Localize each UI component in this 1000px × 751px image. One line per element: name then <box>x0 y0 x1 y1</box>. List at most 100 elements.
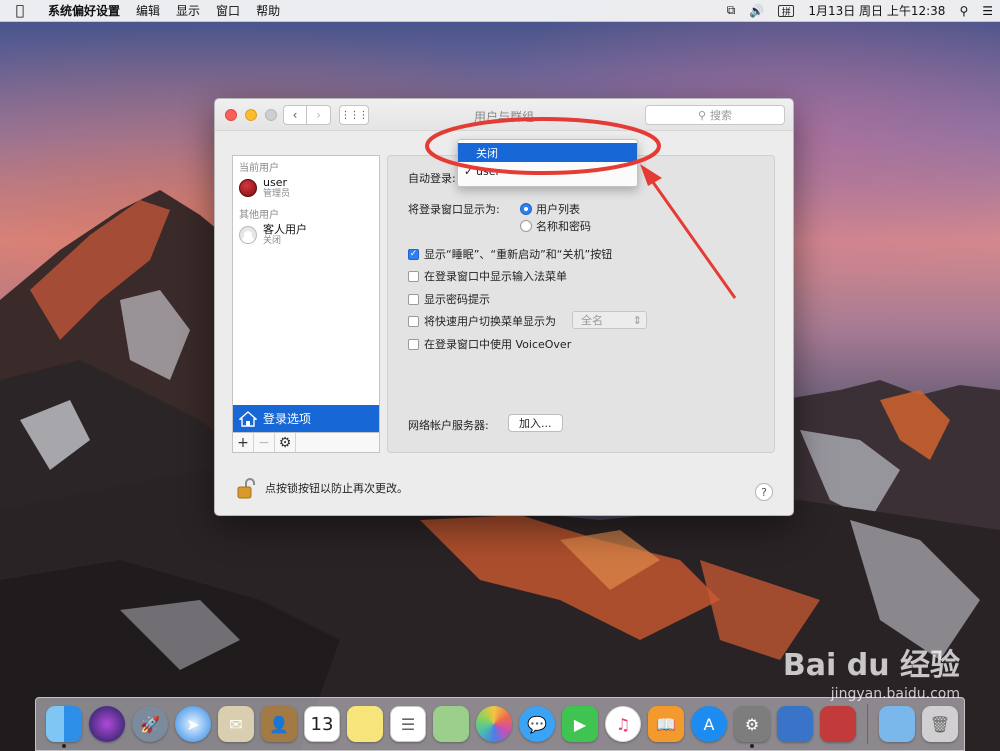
search-placeholder: 搜索 <box>710 109 733 122</box>
checkbox-password-hints[interactable]: 显示密码提示 <box>408 291 490 307</box>
auto-login-dropdown-menu: 关闭 ✓ user <box>457 139 638 187</box>
sidebar-item-login-options[interactable]: 登录选项 <box>233 405 379 432</box>
checkbox-label: 显示密码提示 <box>424 293 490 306</box>
watermark-brand: Bai du 经验 <box>782 648 960 683</box>
notification-center-icon[interactable]: ☰ <box>975 4 1000 18</box>
login-options-pane: 自动登录: 将登录窗口显示为: 用户列表 名称和密码 ✓ 显示“睡眠”、“重新启… <box>387 155 775 453</box>
checkmark-icon: ✓ <box>464 165 474 178</box>
checkbox[interactable] <box>408 270 419 282</box>
fast-switch-value: 全名 <box>581 314 603 327</box>
radio-user-list[interactable]: 用户列表 <box>520 201 580 217</box>
auto-login-label-text: 自动登录: <box>408 172 456 185</box>
search-field[interactable]: ⚲ 搜索 <box>645 105 785 125</box>
checkbox-label: 在登录窗口中显示输入法菜单 <box>424 270 567 283</box>
facetime-icon[interactable]: ▶ <box>562 706 598 742</box>
ibooks-icon[interactable]: 📖 <box>648 706 684 742</box>
gear-icon[interactable]: ⚙ <box>275 433 296 452</box>
checkbox[interactable] <box>408 338 419 350</box>
checkbox-input-menu[interactable]: 在登录窗口中显示输入法菜单 <box>408 268 567 284</box>
menu-app-name[interactable]: 系统偏好设置 <box>40 2 128 19</box>
dropdown-item-user[interactable]: ✓ user <box>458 162 637 181</box>
network-server-label: 网络帐户服务器: <box>408 417 489 433</box>
chevron-updown-icon: ⇕ <box>632 313 642 327</box>
join-button[interactable]: 加入... <box>508 414 563 432</box>
sidebar-toolbar: + − ⚙ <box>232 433 380 453</box>
sidebar-item-guest[interactable]: 客人用户 关闭 <box>233 222 379 250</box>
join-button-label: 加入... <box>519 417 552 430</box>
guest-avatar-icon <box>239 226 257 244</box>
add-user-button[interactable]: + <box>233 433 254 452</box>
menu-edit[interactable]: 编辑 <box>128 2 168 19</box>
siri-icon[interactable] <box>89 706 125 742</box>
checkbox[interactable] <box>408 315 419 327</box>
menu-help[interactable]: 帮助 <box>248 2 288 19</box>
itunes-icon[interactable]: ♫ <box>605 706 641 742</box>
finder-icon[interactable] <box>46 706 82 748</box>
dock: 🚀 ➤ ✉ 👤 13 ☰ 💬 ▶ ♫ 📖 A ⚙ 🗑 <box>35 697 965 751</box>
checkbox-label: 将快速用户切换菜单显示为 <box>424 315 556 328</box>
radio-button[interactable] <box>520 220 532 232</box>
other-users-header: 其他用户 <box>239 210 279 221</box>
network-server-label-text: 网络帐户服务器: <box>408 419 489 432</box>
input-method-icon[interactable]: 拼 <box>771 4 801 18</box>
xmind-icon[interactable] <box>777 706 813 742</box>
downloads-folder-icon[interactable] <box>879 706 915 742</box>
lock-area: 点按锁按钮以防止再次更改。 <box>237 477 408 499</box>
photos-icon[interactable] <box>476 706 512 742</box>
apple-menu-icon[interactable]:  <box>0 3 40 19</box>
user-role: 管理员 <box>263 189 291 199</box>
user-list-sidebar: 当前用户 user 管理员 其他用户 客人用户 关闭 登录选项 <box>232 155 380 433</box>
maps-icon[interactable] <box>433 706 469 742</box>
remove-user-button[interactable]: − <box>254 433 275 452</box>
checkbox-voiceover[interactable]: 在登录窗口中使用 VoiceOver <box>408 336 571 352</box>
checkbox-fast-user-switching[interactable]: 将快速用户切换菜单显示为 <box>408 313 556 329</box>
radio-button[interactable] <box>520 203 532 215</box>
launchpad-icon[interactable]: 🚀 <box>132 706 168 742</box>
dock-separator <box>867 704 868 744</box>
safari-icon[interactable]: ➤ <box>175 706 211 742</box>
checkbox-show-power-buttons[interactable]: ✓ 显示“睡眠”、“重新启动”和“关机”按钮 <box>408 246 612 262</box>
radio-name-password-label: 名称和密码 <box>536 220 591 233</box>
house-icon <box>239 410 257 427</box>
dropdown-item-user-label: user <box>476 165 500 178</box>
watermark-url: jingyan.baidu.com <box>830 686 960 702</box>
menu-view[interactable]: 显示 <box>168 2 208 19</box>
radio-name-password[interactable]: 名称和密码 <box>520 218 591 234</box>
calendar-icon[interactable]: 13 <box>304 706 340 742</box>
current-users-header: 当前用户 <box>239 163 279 174</box>
contacts-icon[interactable]: 👤 <box>261 706 297 742</box>
checkbox-label: 在登录窗口中使用 VoiceOver <box>424 338 572 351</box>
auto-login-label: 自动登录: <box>408 170 456 186</box>
display-as-label-text: 将登录窗口显示为: <box>408 203 500 216</box>
login-options-label: 登录选项 <box>263 412 312 426</box>
checkbox-label: 显示“睡眠”、“重新启动”和“关机”按钮 <box>424 248 613 261</box>
input-method-label: 拼 <box>778 5 795 18</box>
volume-icon[interactable]: 🔊 <box>742 4 771 18</box>
reminders-icon[interactable]: ☰ <box>390 706 426 742</box>
checkbox[interactable] <box>408 293 419 305</box>
dropdown-item-off-label: 关闭 <box>476 146 498 160</box>
app-icon[interactable] <box>820 706 856 742</box>
user-name: user <box>263 176 287 189</box>
calendar-day: 13 <box>310 713 334 735</box>
lock-icon[interactable] <box>237 477 255 499</box>
help-button[interactable]: ? <box>755 483 773 501</box>
menu-window[interactable]: 窗口 <box>208 2 248 19</box>
messages-icon[interactable]: 💬 <box>519 706 555 742</box>
notes-icon[interactable] <box>347 706 383 742</box>
title-bar: ‹ › ⋮⋮⋮ 用户与群组 ⚲ 搜索 <box>215 99 793 131</box>
screen-mirroring-icon[interactable]: ⧉ <box>720 3 743 18</box>
spotlight-search-icon[interactable]: ⚲ <box>952 4 975 18</box>
guest-name: 客人用户 <box>263 223 307 236</box>
clock[interactable]: 1月13日 周日 上午12:38 <box>801 2 952 19</box>
system-preferences-icon[interactable]: ⚙ <box>734 706 770 748</box>
checkbox[interactable]: ✓ <box>408 248 419 260</box>
dropdown-item-off[interactable]: 关闭 <box>458 143 637 162</box>
trash-icon[interactable]: 🗑 <box>922 706 958 742</box>
mail-icon[interactable]: ✉ <box>218 706 254 742</box>
fast-switch-select[interactable]: 全名 ⇕ <box>572 311 647 329</box>
sidebar-item-user[interactable]: user 管理员 <box>233 175 379 203</box>
display-as-label: 将登录窗口显示为: <box>408 201 500 217</box>
status-area: ⧉ 🔊 拼 1月13日 周日 上午12:38 ⚲ ☰ <box>720 2 1000 19</box>
app-store-icon[interactable]: A <box>691 706 727 742</box>
